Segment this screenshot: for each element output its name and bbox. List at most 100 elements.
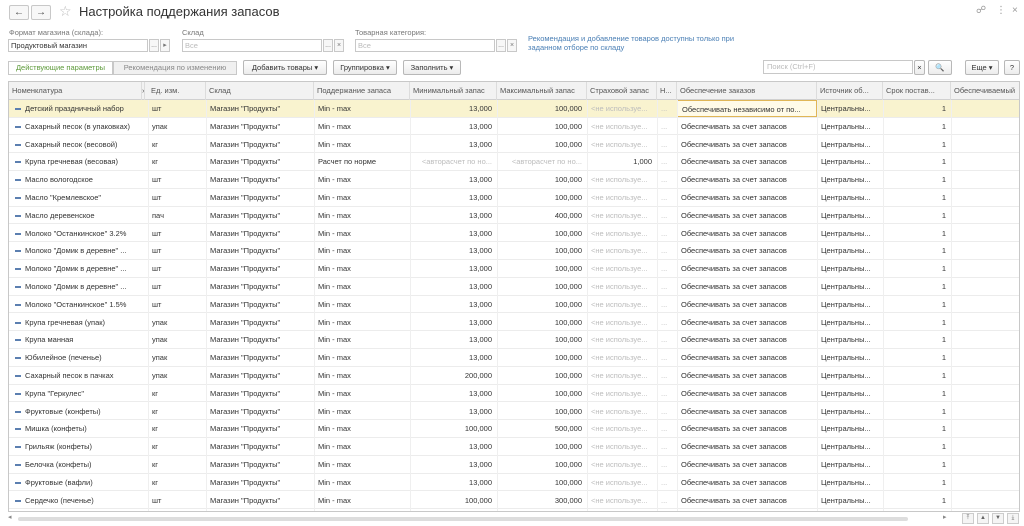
col-unit[interactable]: Ед. изм. [148,82,206,100]
search-button[interactable]: 🔍 [928,60,952,75]
cell-method[interactable]: Min - max [314,331,410,348]
cell-wh[interactable]: Магазин "Продукты" [206,136,314,153]
cell-method[interactable]: Min - max [314,420,410,437]
forward-button[interactable]: → [31,5,51,20]
cell-h[interactable]: ... [657,100,677,117]
cell-safety[interactable]: <не используе... [587,314,657,331]
cell-safety[interactable]: <не используе... [587,349,657,366]
cell-wh[interactable]: Магазин "Продукты" [206,385,314,402]
cell-min[interactable]: 13,000 [410,349,497,366]
cell-max[interactable]: 500,000 [497,420,587,437]
cell-wh[interactable]: Магазин "Продукты" [206,207,314,224]
cell-method[interactable]: Min - max [314,242,410,259]
cell-method[interactable]: Min - max [314,296,410,313]
cell-lead[interactable]: 1 [883,118,951,135]
cell-wh[interactable]: Магазин "Продукты" [206,153,314,170]
cell-method[interactable]: Min - max [314,278,410,295]
cell-item[interactable]: Сахарный песок в пачках [9,367,148,384]
cell-lead[interactable]: 1 [883,207,951,224]
table-row[interactable]: Молоко "Останкинское" 3.2% шт Магазин "Про… [9,225,1019,243]
col-source[interactable]: Источник об... [817,82,883,100]
store-format-select-button[interactable]: ... [149,39,159,52]
cell-h[interactable]: ... [657,331,677,348]
cell-min[interactable]: <авторасчет по но... [410,153,497,170]
col-h[interactable]: Н... [657,82,677,100]
cell-h[interactable]: ... [657,278,677,295]
cell-wh[interactable]: Магазин "Продукты" [206,242,314,259]
cell-h[interactable]: ... [657,492,677,509]
col-safety[interactable]: Страховой запас [587,82,657,100]
more-menu-icon[interactable]: ⋮ [996,5,1006,16]
cell-max[interactable]: 100,000 [497,171,587,188]
cell-min[interactable]: 13,000 [410,260,497,277]
cell-method[interactable]: Min - max [314,367,410,384]
table-row[interactable]: Крупа гречневая (упак) упак Магазин "Проду… [9,314,1019,332]
cell-method[interactable]: Min - max [314,474,410,491]
cell-unit[interactable]: кг [148,474,206,491]
cell-safety[interactable]: 1,000 [587,153,657,170]
cell-method[interactable]: Min - max [314,100,410,117]
cell-supply[interactable]: Обеспечивать за счет запасов [677,118,817,135]
cell-min[interactable]: 13,000 [410,136,497,153]
cell-supply[interactable]: Обеспечивать за счет запасов [677,278,817,295]
cell-min[interactable]: 13,000 [410,314,497,331]
cell-lead[interactable]: 1 [883,153,951,170]
cell-unit[interactable]: шт [148,296,206,313]
cell-lead[interactable]: 1 [883,314,951,331]
store-format-arrows-button[interactable]: ▸ [160,39,170,52]
tab-current-params[interactable]: Действующие параметры [8,61,113,75]
cell-wh[interactable]: Магазин "Продукты" [206,367,314,384]
cell-wh[interactable]: Магазин "Продукты" [206,278,314,295]
warehouse-field[interactable]: Все [182,39,322,52]
cell-unit[interactable]: шт [148,171,206,188]
cell-lead[interactable]: 1 [883,403,951,420]
cell-min[interactable]: 100,000 [410,492,497,509]
cell-source[interactable]: Центральны... [817,118,883,135]
cell-method[interactable]: Min - max [314,118,410,135]
cell-supply[interactable]: Обеспечивать за счет запасов [677,189,817,206]
cell-item[interactable]: Масло деревенское [9,207,148,224]
horizontal-scrollbar[interactable]: ◂ ▸ [8,514,953,522]
scroll-down-button[interactable]: ▼ [992,513,1004,524]
cell-unit[interactable]: шт [148,100,206,117]
cell-method[interactable]: Min - max [314,171,410,188]
table-row[interactable]: Сердечко (печенье) шт Магазин "Продукты" Mi… [9,492,1019,510]
cell-lead[interactable]: 1 [883,349,951,366]
cell-unit[interactable]: упак [148,367,206,384]
cell-lead[interactable]: 1 [883,260,951,277]
table-row[interactable]: Фруктовые (вафли) кг Магазин "Продукты" Min… [9,474,1019,492]
cell-h[interactable]: ... [657,296,677,313]
cell-item[interactable]: Белочка (конфеты) [9,456,148,473]
tab-recommendation[interactable]: Рекомендация по изменению [113,61,237,75]
cell-item[interactable]: Сахарный песок (в упаковках) [9,118,148,135]
cell-supply[interactable]: Обеспечивать за счет запасов [677,349,817,366]
cell-unit[interactable]: шт [148,260,206,277]
cell-h[interactable]: ... [657,314,677,331]
cell-max[interactable]: 400,000 [497,207,587,224]
cell-supply[interactable]: Обеспечивать за счет запасов [677,207,817,224]
cell-h[interactable]: ... [657,438,677,455]
cell-method[interactable]: Расчет по норме [314,153,410,170]
cell-supply[interactable]: Обеспечивать за счет запасов [677,260,817,277]
cell-method[interactable]: Min - max [314,225,410,242]
cell-safety[interactable]: <не используе... [587,100,657,117]
scroll-up-button[interactable]: ▲ [977,513,989,524]
cell-safety[interactable]: <не используе... [587,260,657,277]
cell-method[interactable]: Min - max [314,385,410,402]
cell-lead[interactable]: 1 [883,136,951,153]
cell-wh[interactable]: Магазин "Продукты" [206,296,314,313]
cell-h[interactable]: ... [657,403,677,420]
table-row[interactable]: Детский праздничный набор шт Магазин "Прод… [9,100,1019,118]
col-max[interactable]: Максимальный запас [497,82,587,100]
col-provided[interactable]: Обеспечиваемый [951,82,1019,100]
table-row[interactable]: Юбилейное (печенье) упак Магазин "Продукты… [9,349,1019,367]
cell-method[interactable]: Min - max [314,349,410,366]
cell-unit[interactable]: упак [148,314,206,331]
cell-method[interactable]: Min - max [314,260,410,277]
cell-max[interactable]: 100,000 [497,456,587,473]
category-field[interactable]: Все [355,39,495,52]
cell-unit[interactable]: упак [148,118,206,135]
cell-safety[interactable]: <не используе... [587,207,657,224]
cell-min[interactable]: 13,000 [410,118,497,135]
cell-unit[interactable]: кг [148,456,206,473]
